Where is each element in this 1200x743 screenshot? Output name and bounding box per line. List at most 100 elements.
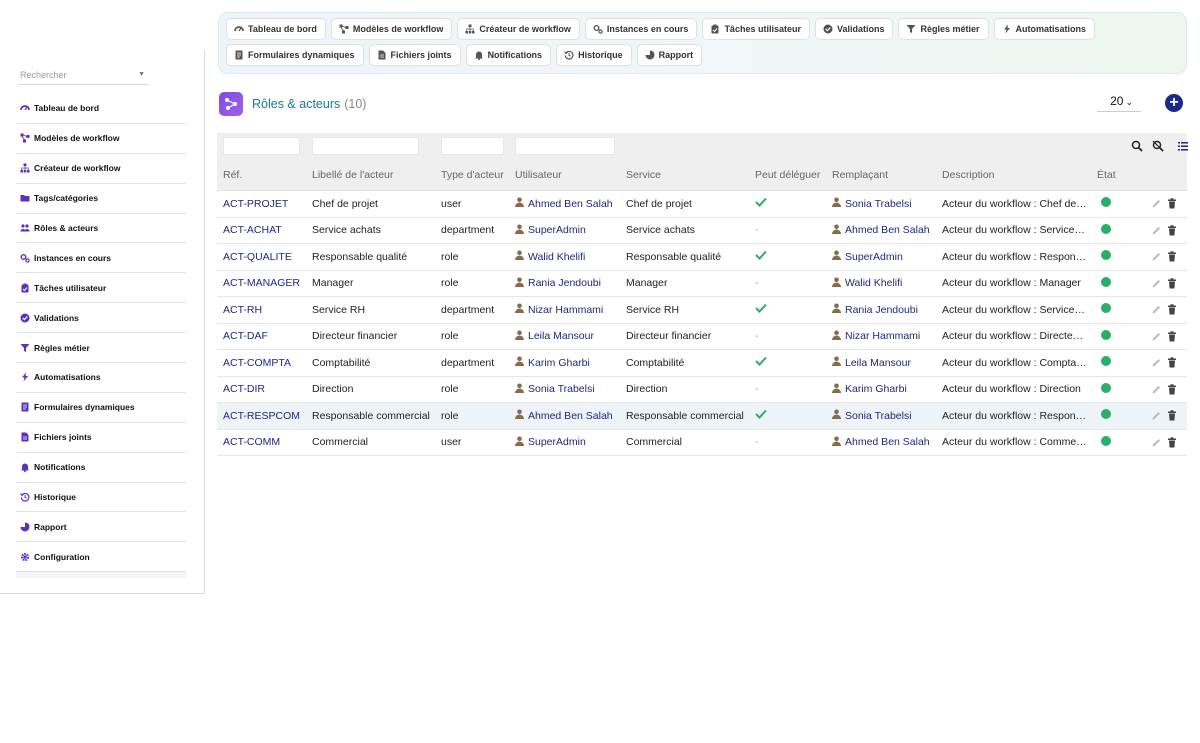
- menu-button-createur-de-workflow[interactable]: Créateur de workflow: [457, 18, 580, 40]
- add-button[interactable]: +: [1165, 94, 1183, 112]
- sidebar-item-createur-de-workflow[interactable]: Créateur de workflow: [16, 153, 186, 184]
- edit-pencil-icon[interactable]: [1151, 251, 1162, 262]
- replacement-link[interactable]: Karim Gharbi: [832, 383, 907, 396]
- clear-search-icon[interactable]: [1152, 139, 1164, 152]
- table-row[interactable]: ACT-DIR Direction role Sonia Trabelsi Direct…: [217, 377, 1187, 403]
- table-row[interactable]: ACT-PROJET Chef de projet user Ahmed Ben Sa…: [217, 191, 1187, 218]
- menu-button-regles-metier[interactable]: Règles métier: [898, 18, 989, 40]
- table-row[interactable]: ACT-COMM Commercial user SuperAdmin Commerci…: [217, 430, 1187, 456]
- user-link[interactable]: Karim Gharbi: [515, 356, 590, 369]
- table-row[interactable]: ACT-DAF Directeur financier role Leila Mans…: [217, 324, 1187, 350]
- table-row[interactable]: ACT-COMPTA Comptabilité department Karim Gh…: [217, 350, 1187, 377]
- delete-trash-icon[interactable]: [1166, 251, 1177, 262]
- sidebar-item-modeles-de-workflow[interactable]: Modèles de workflow: [16, 123, 186, 154]
- sidebar-item-formulaires-dynamiques[interactable]: Formulaires dynamiques: [16, 392, 186, 423]
- replacement-link[interactable]: Ahmed Ben Salah: [832, 436, 930, 449]
- table-row[interactable]: ACT-QUALITE Responsable qualité role Walid …: [217, 244, 1187, 271]
- delete-trash-icon[interactable]: [1166, 357, 1177, 368]
- actor-ref-link[interactable]: ACT-DAF: [223, 330, 268, 342]
- sidebar-item-fichiers-joints[interactable]: Fichiers joints: [16, 422, 186, 453]
- edit-pencil-icon[interactable]: [1151, 304, 1162, 315]
- user-link[interactable]: Walid Khelifi: [515, 250, 585, 263]
- sidebar-item-taches-utilisateur[interactable]: Tâches utilisateur: [16, 273, 186, 304]
- sidebar-item-rapport[interactable]: Rapport: [16, 512, 186, 543]
- delete-trash-icon[interactable]: [1166, 384, 1177, 395]
- user-link[interactable]: Ahmed Ben Salah: [515, 197, 613, 210]
- menu-button-notifications[interactable]: Notifications: [465, 44, 552, 66]
- filter-type-input[interactable]: [441, 137, 504, 155]
- sidebar-item-roles-acteurs[interactable]: Rôles & acteurs: [16, 213, 186, 244]
- actor-ref-link[interactable]: ACT-MANAGER: [223, 277, 300, 289]
- actor-ref-link[interactable]: ACT-QUALITE: [223, 251, 292, 263]
- user-link[interactable]: Ahmed Ben Salah: [515, 409, 613, 422]
- delete-trash-icon[interactable]: [1166, 304, 1177, 315]
- replacement-link[interactable]: Walid Khelifi: [832, 277, 902, 290]
- actor-ref-link[interactable]: ACT-PROJET: [223, 198, 288, 210]
- table-row[interactable]: ACT-MANAGER Manager role Rania Jendoubi Mana…: [217, 271, 1187, 297]
- column-header-type[interactable]: Type d'acteur: [435, 169, 509, 181]
- replacement-link[interactable]: Leila Mansour: [832, 356, 911, 369]
- replacement-link[interactable]: Ahmed Ben Salah: [832, 224, 930, 237]
- menu-button-fichiers-joints[interactable]: Fichiers joints: [368, 44, 461, 66]
- menu-button-historique[interactable]: Historique: [556, 44, 632, 66]
- menu-button-modeles-de-workflow[interactable]: Modèles de workflow: [330, 18, 453, 40]
- column-header-delegate[interactable]: Peut déléguer: [749, 169, 826, 181]
- edit-pencil-icon[interactable]: [1151, 331, 1162, 342]
- delete-trash-icon[interactable]: [1166, 331, 1177, 342]
- actor-ref-link[interactable]: ACT-RH: [223, 304, 262, 316]
- filter-user-input[interactable]: [515, 137, 615, 155]
- column-header-service[interactable]: Service: [620, 169, 749, 181]
- menu-button-taches-utilisateur[interactable]: Tâches utilisateur: [702, 18, 810, 40]
- sidebar-item-notifications[interactable]: Notifications: [16, 452, 186, 483]
- edit-pencil-icon[interactable]: [1151, 437, 1162, 448]
- edit-pencil-icon[interactable]: [1151, 225, 1162, 236]
- sidebar-item-validations[interactable]: Validations: [16, 303, 186, 334]
- sidebar-item-tableau-de-bord[interactable]: Tableau de bord: [16, 94, 186, 124]
- column-header-state[interactable]: État: [1091, 169, 1137, 181]
- search-icon[interactable]: [1131, 139, 1143, 152]
- sidebar-search-select[interactable]: Rechercher ▼: [18, 67, 148, 85]
- menu-button-validations[interactable]: Validations: [814, 18, 894, 40]
- menu-button-formulaires-dynamiques[interactable]: Formulaires dynamiques: [226, 44, 364, 66]
- sidebar-item-automatisations[interactable]: Automatisations: [16, 363, 186, 393]
- edit-pencil-icon[interactable]: [1151, 198, 1162, 209]
- user-link[interactable]: Rania Jendoubi: [515, 277, 601, 290]
- user-link[interactable]: Nizar Hammami: [515, 303, 603, 316]
- sidebar-item-instances-en-cours[interactable]: Instances en cours: [16, 243, 186, 274]
- replacement-link[interactable]: Nizar Hammami: [832, 330, 920, 343]
- sidebar-item-regles-metier[interactable]: Règles métier: [16, 333, 186, 364]
- table-row[interactable]: ACT-RH Service RH department Nizar Hammami S…: [217, 297, 1187, 324]
- actor-ref-link[interactable]: ACT-COMPTA: [223, 357, 291, 369]
- sidebar-item-tags-categories[interactable]: Tags/catégories: [16, 183, 186, 214]
- replacement-link[interactable]: Sonia Trabelsi: [832, 409, 912, 422]
- filter-ref-input[interactable]: [223, 137, 300, 155]
- menu-button-rapport[interactable]: Rapport: [636, 44, 703, 66]
- list-options-icon[interactable]: [1177, 139, 1189, 151]
- edit-pencil-icon[interactable]: [1151, 278, 1162, 289]
- delete-trash-icon[interactable]: [1166, 410, 1177, 421]
- column-header-label[interactable]: Libellé de l'acteur: [306, 169, 435, 181]
- column-header-replacement[interactable]: Remplaçant: [826, 169, 936, 181]
- user-link[interactable]: Leila Mansour: [515, 330, 594, 343]
- menu-button-instances-en-cours[interactable]: Instances en cours: [584, 18, 698, 40]
- user-link[interactable]: SuperAdmin: [515, 224, 586, 237]
- user-link[interactable]: SuperAdmin: [515, 436, 586, 449]
- page-size-select[interactable]: 20 ⌄: [1097, 92, 1141, 112]
- actor-ref-link[interactable]: ACT-DIR: [223, 383, 265, 395]
- delete-trash-icon[interactable]: [1166, 198, 1177, 209]
- table-row[interactable]: ACT-RESPCOM Responsable commercial role Ahm…: [217, 403, 1187, 430]
- column-header-user[interactable]: Utilisateur: [509, 169, 620, 181]
- edit-pencil-icon[interactable]: [1151, 357, 1162, 368]
- column-header-ref[interactable]: Réf.: [217, 169, 306, 181]
- actor-ref-link[interactable]: ACT-COMM: [223, 436, 280, 448]
- edit-pencil-icon[interactable]: [1151, 384, 1162, 395]
- menu-button-tableau-de-bord[interactable]: Tableau de bord: [226, 18, 326, 40]
- sidebar-item-configuration[interactable]: Configuration: [16, 542, 186, 573]
- replacement-link[interactable]: Rania Jendoubi: [832, 303, 918, 316]
- edit-pencil-icon[interactable]: [1151, 410, 1162, 421]
- replacement-link[interactable]: Sonia Trabelsi: [832, 197, 912, 210]
- replacement-link[interactable]: SuperAdmin: [832, 250, 903, 263]
- actor-ref-link[interactable]: ACT-ACHAT: [223, 224, 282, 236]
- table-row[interactable]: ACT-ACHAT Service achats department SuperAd…: [217, 218, 1187, 244]
- user-link[interactable]: Sonia Trabelsi: [515, 383, 595, 396]
